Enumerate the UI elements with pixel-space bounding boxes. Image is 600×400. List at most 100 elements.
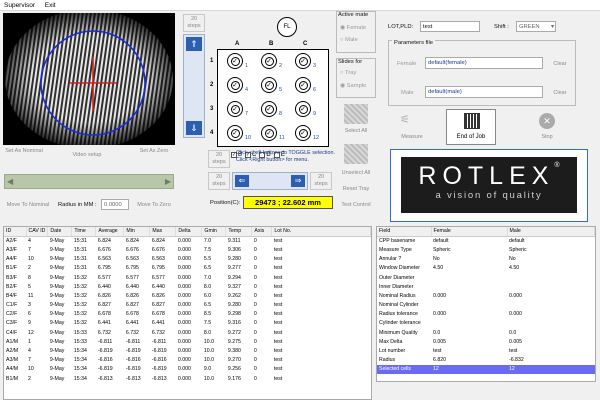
steps-lower-left-button[interactable]: 20 steps xyxy=(208,172,230,190)
unselect-all-button[interactable]: Unselect All xyxy=(336,170,376,177)
results-table[interactable]: ID CAV ID Date Time Average Min Max Delta Gmin Te… xyxy=(3,226,372,400)
measure-button[interactable]: Measure xyxy=(396,134,428,141)
tray-well[interactable]: ✓ xyxy=(261,125,277,141)
field-row[interactable]: Minimum Quality 0.0 0.0 xyxy=(377,328,595,337)
tray-well[interactable]: ✓ xyxy=(295,53,311,69)
move-to-zero-button[interactable]: Move To Zero xyxy=(134,202,174,209)
table-row[interactable]: C3/F 9 9-May 15:32 6.441 6.441 6.441 0.000 7.5 9.… xyxy=(4,319,371,328)
results-column-header[interactable]: Date xyxy=(47,227,73,237)
table-row[interactable]: A4/M 10 9-May 15:34 -6.819 -6.819 -6.819 0.000 9… xyxy=(4,365,371,374)
male-param-field[interactable]: default(male) xyxy=(425,86,543,98)
shift-select[interactable]: GREEN ▾ xyxy=(516,21,556,32)
table-row[interactable]: C2/F 6 9-May 15:32 6.678 6.678 6.678 0.000 8.5 9.… xyxy=(4,310,371,319)
arrow-up-icon[interactable]: ⇑ xyxy=(186,37,202,51)
fields-column-header[interactable]: Field xyxy=(377,227,432,237)
table-cell: 0.000 xyxy=(177,292,191,299)
field-row[interactable]: Nominal Cylinder xyxy=(377,301,595,310)
female-clear-button[interactable]: Clear xyxy=(547,61,573,68)
female-radio[interactable]: ◉ Female xyxy=(340,25,366,31)
tray-well[interactable]: ✓ xyxy=(261,77,277,93)
table-row[interactable]: B1/F 2 9-May 15:31 6.795 6.795 6.795 0.000 6.5 9.… xyxy=(4,264,371,273)
tray-radio[interactable]: ○ Tray xyxy=(340,70,356,76)
table-cell: 0 xyxy=(253,320,257,327)
field-row[interactable]: Window Diameter 4.50 4.50 xyxy=(377,264,595,273)
table-row[interactable]: A3/M 7 9-May 15:34 -6.816 -6.816 -6.816 0.000 10… xyxy=(4,356,371,365)
field-row[interactable]: Inner Diameter xyxy=(377,282,595,291)
field-row[interactable]: Measure Type Spheric Spheric xyxy=(377,245,595,254)
results-column-header[interactable]: Lot No. xyxy=(271,227,371,237)
results-column-header[interactable]: Gmin xyxy=(201,227,227,237)
results-column-header[interactable]: Delta xyxy=(175,227,203,237)
field-row[interactable]: Cylinder tolerance xyxy=(377,319,595,328)
fields-table[interactable]: Field Female Male CPP basename default defau… xyxy=(376,226,596,382)
camera-horizontal-slider[interactable]: ◀ ▶ xyxy=(4,174,174,189)
table-row[interactable]: C1/F 3 9-May 15:32 6.827 6.827 6.827 0.000 6.5 9.… xyxy=(4,301,371,310)
female-param-field[interactable]: default(female) xyxy=(425,57,543,69)
test-control-button[interactable]: Test Control xyxy=(336,202,376,209)
field-row[interactable]: Max Delta 0.005 0.005 xyxy=(377,337,595,346)
results-column-header[interactable]: CAV ID xyxy=(26,227,49,237)
fields-column-header[interactable]: Male xyxy=(507,227,595,237)
results-column-header[interactable]: Axis xyxy=(251,227,273,237)
tray-well[interactable]: ✓ xyxy=(295,101,311,117)
menu-supervisor[interactable]: Supervisor xyxy=(0,0,39,11)
table-row[interactable]: B3/F 8 9-May 15:32 6.577 6.577 6.577 0.000 7.0 9.… xyxy=(4,273,371,282)
steps-top-button[interactable]: 20 steps xyxy=(183,14,205,32)
table-row[interactable]: A2/F 4 9-May 15:31 6.824 6.824 6.824 0.000 7.0 9.… xyxy=(4,236,371,245)
results-column-header[interactable]: Max xyxy=(149,227,177,237)
select-all-button[interactable]: Select All xyxy=(336,128,376,135)
move-to-nominal-button[interactable]: Move To Nominal xyxy=(4,202,52,209)
table-row[interactable]: A1/M 1 9-May 15:33 -6.811 -6.811 -6.811 0.000 10… xyxy=(4,337,371,346)
tray-well[interactable]: ✓ xyxy=(261,53,277,69)
table-row[interactable]: A4/F 10 9-May 15:31 6.563 6.563 6.563 0.000 5.5 9… xyxy=(4,255,371,264)
set-as-zero-button[interactable]: Set As Zero xyxy=(134,148,174,155)
set-as-nominal-button[interactable]: Set As Nominal xyxy=(4,148,44,155)
tray-well[interactable]: ✓ xyxy=(227,101,243,117)
tray-well[interactable]: ✓ xyxy=(261,101,277,117)
arrow-left-icon[interactable]: ⇐ xyxy=(235,175,249,187)
table-cell: test xyxy=(273,302,283,309)
field-row[interactable]: Annular ? No No xyxy=(377,255,595,264)
radius-input[interactable]: 0.0000 xyxy=(101,199,129,210)
field-row[interactable]: Outer Diameter xyxy=(377,273,595,282)
results-column-header[interactable]: Average xyxy=(95,227,125,237)
field-row[interactable]: Radius tolerance 0.000 0.000 xyxy=(377,310,595,319)
vertical-slider[interactable]: ⇑ ⇓ xyxy=(183,34,205,138)
lot-input[interactable]: test xyxy=(420,21,480,32)
field-row[interactable]: Radius 6.820 -6.832 xyxy=(377,356,595,365)
field-row[interactable]: Nominal Radius 0.000 0.000 xyxy=(377,291,595,300)
sample-radio[interactable]: ◉ Sample xyxy=(340,83,366,89)
field-row[interactable]: Lot number test test xyxy=(377,346,595,355)
end-of-job-button[interactable]: End of Job xyxy=(446,109,496,145)
tray-well[interactable]: ✓ xyxy=(227,77,243,93)
steps-mid-button[interactable]: 20 steps xyxy=(208,150,230,168)
table-row[interactable]: A2/M 4 9-May 15:34 -6.819 -6.819 -6.819 0.000 10… xyxy=(4,346,371,355)
results-column-header[interactable]: Temp xyxy=(225,227,253,237)
stop-button[interactable]: Stop xyxy=(533,134,561,141)
table-row[interactable]: B4/F 11 9-May 15:32 6.826 6.826 6.826 0.000 6.0 9… xyxy=(4,291,371,300)
results-column-header[interactable]: ID xyxy=(4,227,27,237)
results-column-header[interactable]: Min xyxy=(123,227,151,237)
table-cell: 7.5 xyxy=(203,320,212,327)
menu-exit[interactable]: Exit xyxy=(41,0,60,11)
field-row[interactable]: CPP basename default default xyxy=(377,236,595,245)
horizontal-slider[interactable]: ⇐ ⇒ xyxy=(232,172,308,190)
arrow-down-icon[interactable]: ⇓ xyxy=(186,121,202,135)
tray-well[interactable]: ✓ xyxy=(227,125,243,141)
field-row[interactable]: Selected cells 12 12 xyxy=(377,364,595,374)
table-row[interactable]: A3/F 7 9-May 15:31 6.676 6.676 6.676 0.000 7.5 9.… xyxy=(4,245,371,254)
results-column-header[interactable]: Time xyxy=(71,227,97,237)
male-radio[interactable]: ○ Male xyxy=(340,37,358,43)
male-clear-button[interactable]: Clear xyxy=(547,90,573,97)
tray-well[interactable]: ✓ xyxy=(295,77,311,93)
table-row[interactable]: B2/F 5 9-May 15:32 6.440 6.440 6.440 0.000 8.0 9.… xyxy=(4,282,371,291)
video-setup-button[interactable]: Video setup xyxy=(62,152,112,159)
tray-well[interactable]: ✓ xyxy=(227,53,243,69)
table-row[interactable]: B1/M 2 9-May 15:34 -6.813 -6.813 -6.813 0.000 10… xyxy=(4,374,371,383)
arrow-right-icon[interactable]: ⇒ xyxy=(291,175,305,187)
fields-column-header[interactable]: Female xyxy=(431,227,508,237)
reset-tray-button[interactable]: Reset Tray xyxy=(336,186,376,193)
tray-well[interactable]: ✓ xyxy=(295,125,311,141)
steps-lower-right-button[interactable]: 20 steps xyxy=(310,172,332,190)
table-row[interactable]: C4/F 12 9-May 15:33 6.732 6.732 6.732 0.000 8.0 9… xyxy=(4,328,371,337)
